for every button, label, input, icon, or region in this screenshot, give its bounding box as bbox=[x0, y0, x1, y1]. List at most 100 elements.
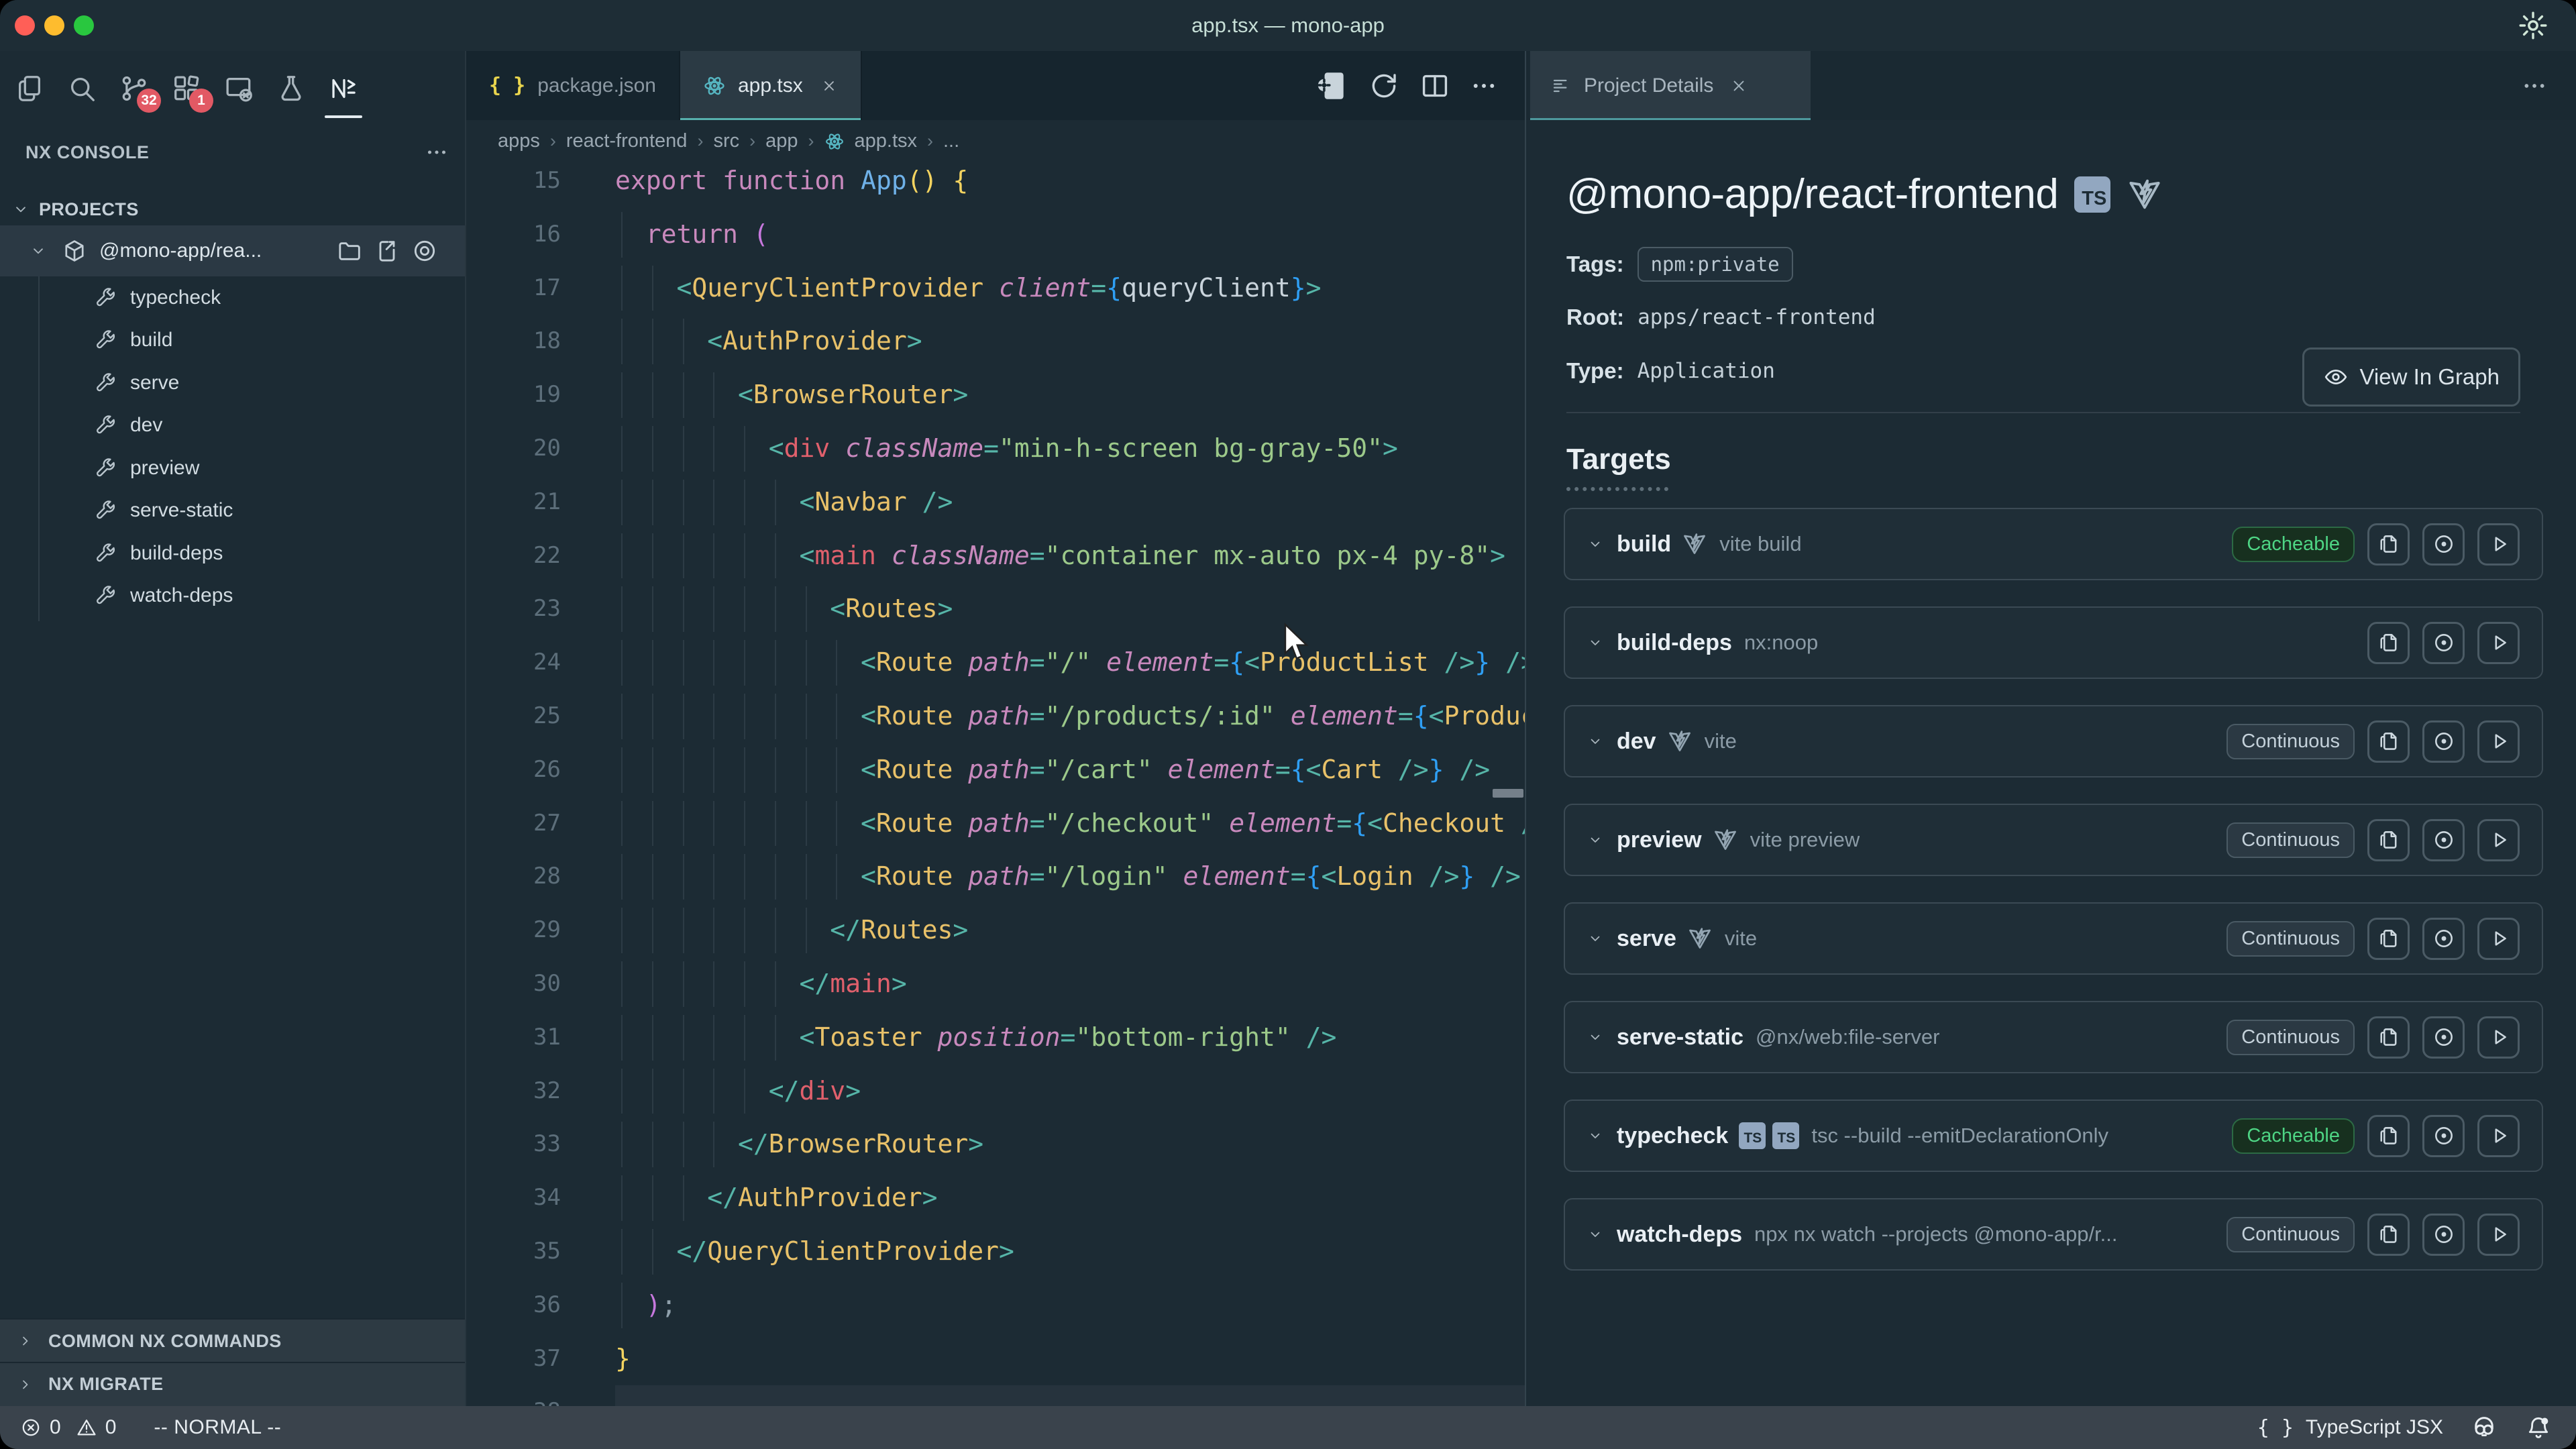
tab-app.tsx[interactable]: app.tsx bbox=[680, 51, 862, 120]
copy-button[interactable] bbox=[2367, 819, 2410, 861]
copy-button[interactable] bbox=[2367, 523, 2410, 566]
project-tree-item[interactable]: @mono-app/rea... bbox=[0, 225, 465, 276]
tree-item-typecheck[interactable]: typecheck bbox=[0, 276, 465, 319]
folder-action-icon[interactable] bbox=[336, 237, 363, 264]
tree-item-serve-static[interactable]: serve-static bbox=[0, 490, 465, 533]
panel-more-actions-icon[interactable] bbox=[2521, 51, 2548, 120]
code-line-22[interactable]: 22 <main className="container mx-auto px… bbox=[466, 529, 1525, 583]
code-line-31[interactable]: 31 <Toaster position="bottom-right" /> bbox=[466, 1011, 1525, 1065]
view-in-graph-button[interactable]: View In Graph bbox=[2302, 347, 2520, 407]
code-line-23[interactable]: 23 <Routes> bbox=[466, 582, 1525, 636]
tree-item-preview[interactable]: preview bbox=[0, 447, 465, 490]
circle-dot-button[interactable] bbox=[2422, 819, 2465, 861]
vim-mode-indicator[interactable]: -- NORMAL -- bbox=[154, 1416, 281, 1439]
breadcrumb-item-react-frontend[interactable]: react-frontend bbox=[566, 130, 688, 152]
play-button[interactable] bbox=[2477, 918, 2520, 960]
code-line-20[interactable]: 20 <div className="min-h-screen bg-gray-… bbox=[466, 422, 1525, 476]
code-line-38[interactable]: 38 bbox=[466, 1385, 1525, 1406]
sidebar-more-actions-icon[interactable] bbox=[425, 140, 449, 164]
target-card-typecheck[interactable]: typecheck TSTS tsc --build --emitDeclara… bbox=[1564, 1099, 2543, 1172]
breadcrumb-item-apps[interactable]: apps bbox=[498, 130, 540, 152]
activity-item-remote[interactable] bbox=[223, 68, 255, 109]
copy-button[interactable] bbox=[2367, 720, 2410, 763]
activity-item-nx[interactable] bbox=[327, 68, 360, 109]
copy-button[interactable] bbox=[2367, 1115, 2410, 1157]
play-button[interactable] bbox=[2477, 1016, 2520, 1059]
play-button[interactable] bbox=[2477, 720, 2520, 763]
settings-gear-icon[interactable] bbox=[2517, 9, 2549, 42]
file-arrow-action-icon[interactable] bbox=[374, 237, 400, 264]
code-line-24[interactable]: 24 <Route path="/" element={<ProductList… bbox=[466, 636, 1525, 690]
tree-item-watch-deps[interactable]: watch-deps bbox=[0, 575, 465, 618]
circle-dot-button[interactable] bbox=[2422, 918, 2465, 960]
copy-button[interactable] bbox=[2367, 622, 2410, 664]
copy-button[interactable] bbox=[2367, 1016, 2410, 1059]
circle-dot-button[interactable] bbox=[2422, 720, 2465, 763]
code-line-28[interactable]: 28 <Route path="/login" element={<Login … bbox=[466, 850, 1525, 904]
activity-item-source-control[interactable]: 32 bbox=[118, 68, 150, 109]
target-card-build[interactable]: build vite build Cacheable bbox=[1564, 508, 2543, 580]
target-card-serve[interactable]: serve vite Continuous bbox=[1564, 902, 2543, 975]
tree-item-dev[interactable]: dev bbox=[0, 405, 465, 447]
play-button[interactable] bbox=[2477, 1115, 2520, 1157]
copilot-icon[interactable] bbox=[2470, 1413, 2498, 1442]
code-line-35[interactable]: 35 </QueryClientProvider> bbox=[466, 1225, 1525, 1279]
problems-indicator[interactable]: 0 0 bbox=[20, 1416, 116, 1439]
tree-item-build[interactable]: build bbox=[0, 319, 465, 362]
activity-item-files[interactable] bbox=[13, 68, 46, 109]
tab-project-details[interactable]: Project Details bbox=[1530, 51, 1811, 120]
play-button[interactable] bbox=[2477, 819, 2520, 861]
activity-item-flask[interactable] bbox=[275, 68, 307, 109]
code-line-37[interactable]: 37} bbox=[466, 1332, 1525, 1386]
split-editor-icon[interactable] bbox=[1419, 70, 1451, 102]
copy-button[interactable] bbox=[2367, 918, 2410, 960]
close-icon[interactable] bbox=[820, 77, 838, 95]
code-line-19[interactable]: 19 <BrowserRouter> bbox=[466, 368, 1525, 422]
code-line-15[interactable]: 15export function App() { bbox=[466, 162, 1525, 208]
target-card-build-deps[interactable]: build-deps nx:noop bbox=[1564, 606, 2543, 679]
project-details-run-icon[interactable] bbox=[1316, 69, 1349, 103]
target-card-serve-static[interactable]: serve-static @nx/web:file-server Continu… bbox=[1564, 1001, 2543, 1073]
play-button[interactable] bbox=[2477, 622, 2520, 664]
tree-item-serve[interactable]: serve bbox=[0, 362, 465, 405]
code-line-17[interactable]: 17 <QueryClientProvider client={queryCli… bbox=[466, 262, 1525, 315]
activity-item-extensions[interactable]: 1 bbox=[170, 68, 203, 109]
breadcrumb-item-app.tsx[interactable]: app.tsx bbox=[855, 130, 918, 152]
code-line-36[interactable]: 36 ); bbox=[466, 1279, 1525, 1332]
code-line-26[interactable]: 26 <Route path="/cart" element={<Cart />… bbox=[466, 743, 1525, 797]
target-card-watch-deps[interactable]: watch-deps npx nx watch --projects @mono… bbox=[1564, 1198, 2543, 1271]
close-icon[interactable] bbox=[1729, 76, 1748, 95]
code-line-33[interactable]: 33 </BrowserRouter> bbox=[466, 1118, 1525, 1171]
code-line-32[interactable]: 32 </div> bbox=[466, 1065, 1525, 1118]
sidebar-section-common-nx-commands[interactable]: COMMON NX COMMANDS bbox=[0, 1318, 465, 1363]
play-button[interactable] bbox=[2477, 1214, 2520, 1256]
refresh-icon[interactable] bbox=[1368, 70, 1400, 102]
target-card-dev[interactable]: dev vite Continuous bbox=[1564, 705, 2543, 777]
code-line-34[interactable]: 34 </AuthProvider> bbox=[466, 1171, 1525, 1225]
tab-package.json[interactable]: { }package.json bbox=[466, 51, 680, 120]
circle-dot-button[interactable] bbox=[2422, 523, 2465, 566]
sidebar-section-nx-migrate[interactable]: NX MIGRATE bbox=[0, 1362, 465, 1407]
code-line-30[interactable]: 30 </main> bbox=[466, 957, 1525, 1011]
breadcrumb-item-app[interactable]: app bbox=[765, 130, 798, 152]
target-action-icon[interactable] bbox=[411, 237, 438, 264]
projects-section-header[interactable]: PROJECTS bbox=[0, 193, 465, 225]
circle-dot-button[interactable] bbox=[2422, 622, 2465, 664]
play-button[interactable] bbox=[2477, 523, 2520, 566]
code-line-29[interactable]: 29 </Routes> bbox=[466, 904, 1525, 957]
language-mode-indicator[interactable]: { } TypeScript JSX bbox=[2257, 1416, 2443, 1440]
editor-more-actions-icon[interactable] bbox=[1470, 72, 1498, 100]
target-card-preview[interactable]: preview vite preview Continuous bbox=[1564, 804, 2543, 876]
code-line-16[interactable]: 16 return ( bbox=[466, 208, 1525, 262]
bell-notification-icon[interactable] bbox=[2525, 1414, 2552, 1441]
circle-dot-button[interactable] bbox=[2422, 1214, 2465, 1256]
code-line-27[interactable]: 27 <Route path="/checkout" element={<Che… bbox=[466, 797, 1525, 851]
breadcrumb-item-...[interactable]: ... bbox=[943, 130, 959, 152]
breadcrumb-item-src[interactable]: src bbox=[713, 130, 739, 152]
tree-item-build-deps[interactable]: build-deps bbox=[0, 532, 465, 575]
circle-dot-button[interactable] bbox=[2422, 1115, 2465, 1157]
circle-dot-button[interactable] bbox=[2422, 1016, 2465, 1059]
code-line-25[interactable]: 25 <Route path="/products/:id" element={… bbox=[466, 690, 1525, 743]
activity-item-search[interactable] bbox=[66, 68, 98, 109]
code-line-21[interactable]: 21 <Navbar /> bbox=[466, 476, 1525, 529]
